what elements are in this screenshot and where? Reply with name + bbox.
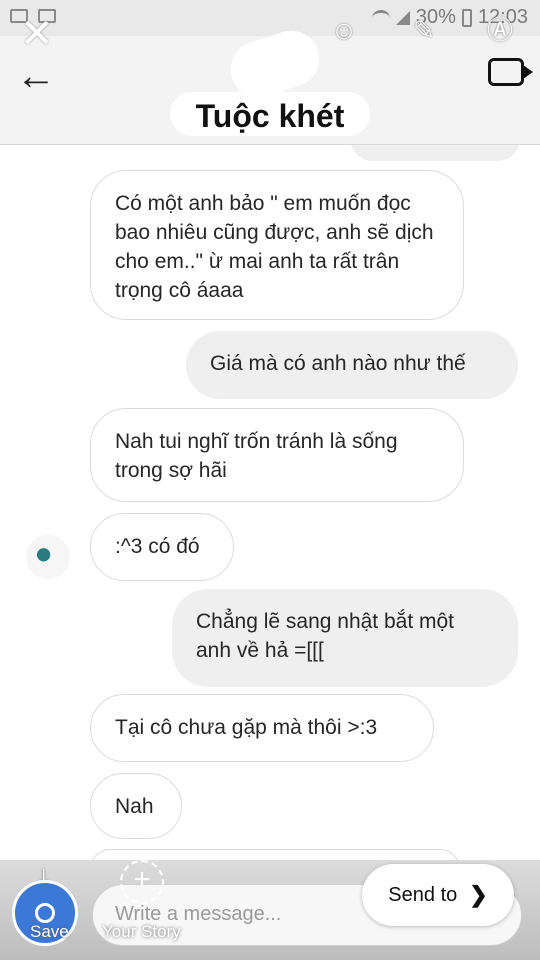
message-bubble-out[interactable]: Giá mà có anh nào như thế (186, 331, 518, 399)
message-bubble-in[interactable]: Nah tui nghĩ trốn tránh là sống trong sợ… (90, 408, 464, 502)
send-to-button[interactable]: Send to ❯ (362, 864, 514, 926)
wifi-icon (371, 9, 390, 26)
pen-icon[interactable]: ✎ (404, 10, 444, 50)
battery-icon (461, 8, 472, 27)
message-bubble-in (90, 849, 460, 860)
sticker-icon[interactable]: ☺ (324, 10, 364, 50)
close-icon[interactable]: ✕ (20, 14, 54, 54)
message-text: :^3 có đó (115, 535, 200, 558)
text-icon[interactable]: Ⓐ (480, 10, 520, 50)
sender-avatar[interactable] (26, 535, 70, 579)
message-bubble-out[interactable]: Chẳng lẽ sang nhật bắt một anh về hả =[[… (172, 589, 518, 687)
video-call-icon[interactable] (488, 58, 533, 86)
message-list[interactable]: Có một anh bảo " em muốn đọc bao nhiêu c… (0, 145, 540, 860)
previous-message-bubble (350, 145, 520, 161)
page-title[interactable]: Tuộc khét (0, 98, 540, 135)
chat-header: ✕ ☺ ✎ Ⓐ ← Tuộc khét (0, 14, 540, 145)
message-bubble-in[interactable]: :^3 có đó (90, 513, 234, 581)
message-bubble-in[interactable]: Có một anh bảo " em muốn đọc bao nhiêu c… (90, 170, 464, 320)
composer-bar: Write a message... ⤓ Save + Your Story S… (0, 860, 540, 960)
status-bar: 30% 12:03 (0, 0, 540, 36)
message-text: Nah tui nghĩ trốn tránh là sống trong sợ… (115, 430, 398, 482)
add-story-icon[interactable]: + (120, 860, 164, 904)
message-text: Giá mà có anh nào như thế (210, 352, 466, 375)
message-text: Tại cô chưa gặp mà thôi >:3 (115, 716, 378, 739)
your-story-label: Your Story (102, 922, 181, 941)
save-label: Save (30, 922, 69, 941)
chevron-right-icon: ❯ (469, 882, 488, 907)
message-text: Nah (115, 795, 154, 818)
message-bubble-in[interactable]: Nah (90, 773, 182, 839)
send-to-label: Send to (388, 883, 458, 906)
back-arrow-icon[interactable]: ← (16, 56, 56, 96)
message-bubble-in[interactable]: Tại cô chưa gặp mà thôi >:3 (90, 694, 434, 762)
message-text: Có một anh bảo " em muốn đọc bao nhiêu c… (115, 192, 434, 302)
message-text: Chẳng lẽ sang nhật bắt một anh về hả =[[… (196, 610, 455, 662)
